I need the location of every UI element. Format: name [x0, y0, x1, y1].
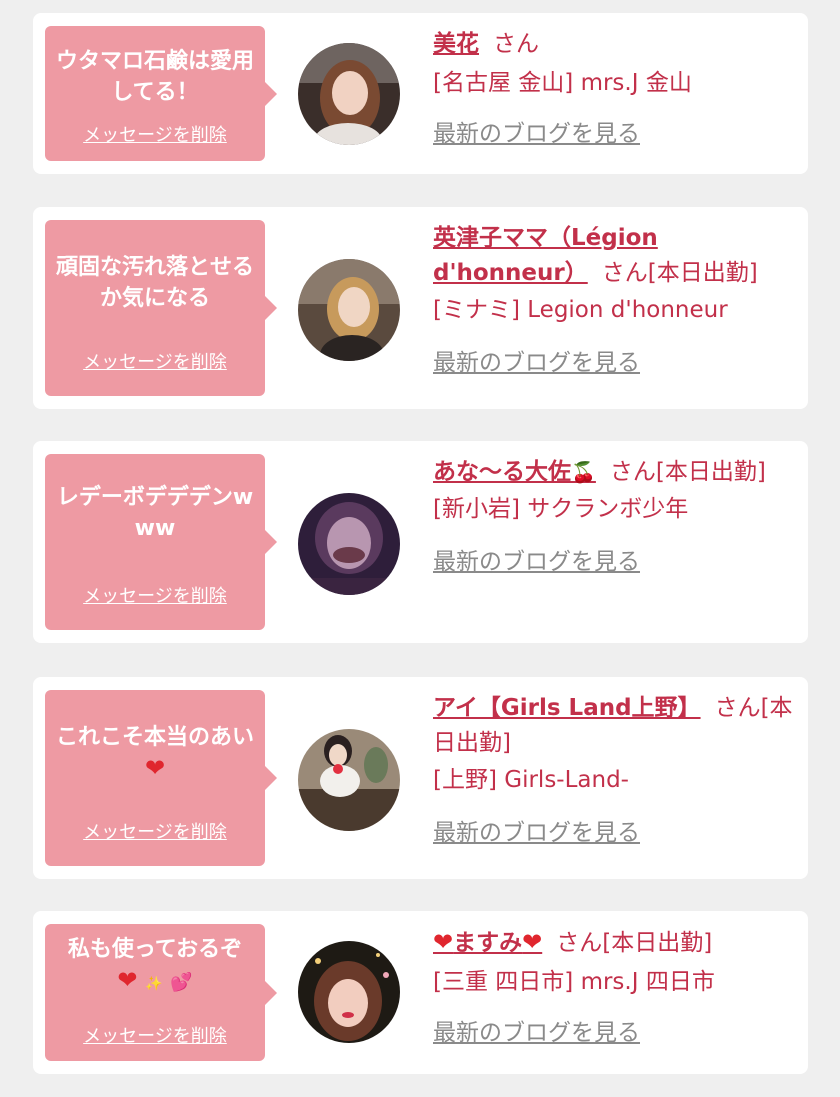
message-text: これこそ本当のあい ❤ [55, 690, 255, 785]
delete-message-link[interactable]: メッセージを削除 [45, 582, 265, 608]
delete-message-link[interactable]: メッセージを削除 [45, 1022, 265, 1048]
woman-portrait-avatar-icon [298, 43, 400, 145]
cast-info: あな〜る大佐🍒 さん[本日出勤] [新小岩] サクランボ少年 最新のブログを見る [433, 455, 793, 580]
cast-info: 美花 さん [名古屋 金山] mrs.J 金山 最新のブログを見る [433, 27, 793, 152]
message-card: ウタマロ石鹸は愛用してる！ メッセージを削除 美花 さん [名古屋 金山] mrs… [33, 13, 808, 174]
woman-portrait-avatar-icon [298, 493, 400, 595]
avatar[interactable] [298, 729, 400, 831]
cast-suffix: さん[本日出勤] [609, 459, 766, 485]
cast-location: [三重 四日市] mrs.J 四日市 [433, 969, 715, 995]
avatar[interactable] [298, 259, 400, 361]
latest-blog-link[interactable]: 最新のブログを見る [433, 816, 793, 851]
heart-icon: ❤ [144, 754, 166, 782]
cast-suffix: さん [493, 31, 539, 57]
cast-info: 英津子ママ（Légion d'honneur） さん[本日出勤] [ミナミ] Le… [433, 221, 793, 381]
cast-info: アイ【Girls Land上野】 さん[本日出勤] [上野] Girls-Land… [433, 691, 793, 851]
sparkle-icon: ✨ [145, 976, 163, 992]
cast-suffix: さん[本日出勤] [556, 930, 713, 956]
delete-message-link[interactable]: メッセージを削除 [45, 348, 265, 374]
message-bubble: ウタマロ石鹸は愛用してる！ メッセージを削除 [45, 26, 277, 161]
message-bubble: これこそ本当のあい ❤ メッセージを削除 [45, 690, 277, 866]
cast-name-link[interactable]: ❤ますみ❤ [433, 928, 543, 956]
message-text: 頑固な汚れ落とせるか気になる [55, 255, 254, 311]
message-card: 頑固な汚れ落とせるか気になる メッセージを削除 英津子ママ（Légion d'h… [33, 207, 808, 409]
cast-suffix: さん[本日出勤] [601, 260, 758, 286]
avatar[interactable] [298, 941, 400, 1043]
heart-icon: ❤ [522, 928, 543, 956]
message-bubble: 頑固な汚れ落とせるか気になる メッセージを削除 [45, 220, 277, 396]
message-bubble: 私も使っておるぞ ❤ ✨ 💕 メッセージを削除 [45, 924, 277, 1061]
woman-portrait-avatar-icon [298, 729, 400, 831]
heart-icon: ❤ [433, 928, 454, 956]
delete-message-link[interactable]: メッセージを削除 [45, 121, 265, 147]
cast-name-link[interactable]: あな〜る大佐🍒 [433, 459, 596, 485]
cast-location: [上野] Girls-Land- [433, 767, 629, 793]
cast-name-link[interactable]: 美花 [433, 31, 479, 57]
avatar[interactable] [298, 493, 400, 595]
avatar[interactable] [298, 43, 400, 145]
latest-blog-link[interactable]: 最新のブログを見る [433, 346, 793, 381]
double-heart-icon: 💕 [170, 972, 193, 993]
message-text: ウタマロ石鹸は愛用してる！ [55, 49, 254, 105]
latest-blog-link[interactable]: 最新のブログを見る [433, 545, 793, 580]
message-body: 私も使っておるぞ [67, 937, 243, 962]
latest-blog-link[interactable]: 最新のブログを見る [433, 117, 793, 152]
woman-portrait-avatar-icon [298, 259, 400, 361]
cast-location: [名古屋 金山] mrs.J 金山 [433, 70, 692, 96]
message-body: これこそ本当のあい [55, 725, 254, 750]
delete-message-link[interactable]: メッセージを削除 [45, 818, 265, 844]
latest-blog-link[interactable]: 最新のブログを見る [433, 1016, 793, 1051]
cast-location: [新小岩] サクランボ少年 [433, 496, 689, 522]
woman-portrait-avatar-icon [298, 941, 400, 1043]
message-card: これこそ本当のあい ❤ メッセージを削除 アイ【Girls Land上野】 さん[本… [33, 677, 808, 879]
message-text: レデーボデデデンwww [56, 485, 254, 541]
cast-info: ❤ますみ❤ さん[本日出勤] [三重 四日市] mrs.J 四日市 最新のブログを… [433, 925, 793, 1051]
cast-location: [ミナミ] Legion d'honneur [433, 297, 728, 323]
message-text: 私も使っておるぞ ❤ ✨ 💕 [55, 924, 255, 1000]
cherry-icon: 🍒 [571, 460, 596, 484]
heart-icon: ❤ [117, 966, 138, 994]
message-bubble: レデーボデデデンwww メッセージを削除 [45, 454, 277, 630]
message-card: レデーボデデデンwww メッセージを削除 あな〜る大佐🍒 さん[本日出勤] [新小… [33, 441, 808, 643]
message-card: 私も使っておるぞ ❤ ✨ 💕 メッセージを削除 ❤ますみ❤ さん[本日出勤] [三… [33, 911, 808, 1074]
cast-name-link[interactable]: アイ【Girls Land上野】 [433, 695, 701, 721]
